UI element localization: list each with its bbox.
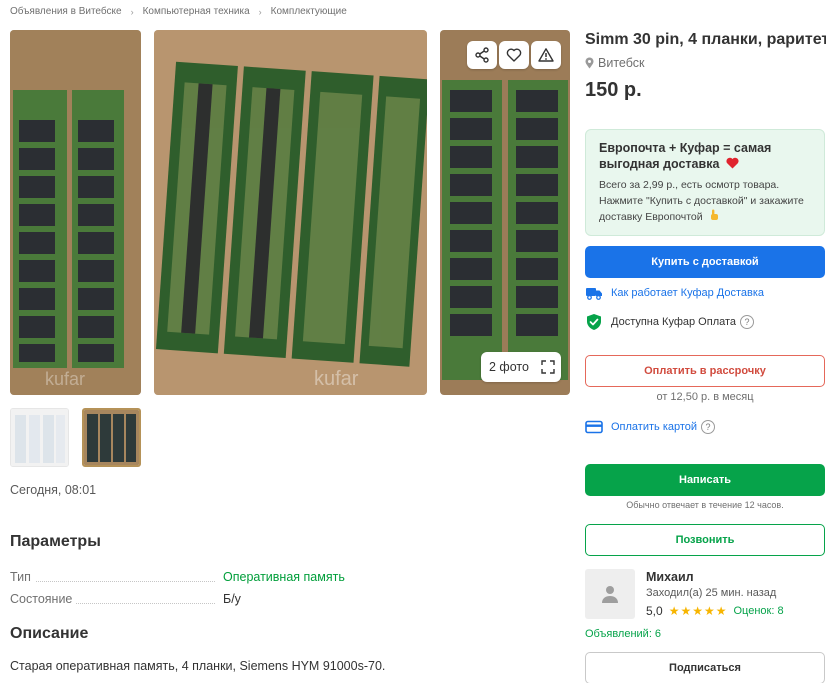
breadcrumb-item-computers[interactable]: Компьютерная техника bbox=[143, 6, 250, 17]
reviews-link[interactable]: Оценок: 8 bbox=[733, 605, 783, 617]
heart-emoji-icon bbox=[726, 157, 739, 169]
photo-main[interactable]: kufar bbox=[154, 30, 427, 395]
photo-left[interactable]: kufar bbox=[10, 30, 141, 395]
report-button[interactable] bbox=[531, 41, 561, 69]
help-icon[interactable]: ? bbox=[701, 420, 716, 434]
share-icon bbox=[475, 47, 489, 63]
ram-sticks-image-2 bbox=[440, 30, 570, 395]
warning-icon bbox=[538, 48, 554, 62]
star-icons: ★★★★★ bbox=[668, 604, 728, 618]
thumbnail-2[interactable] bbox=[82, 408, 141, 467]
promo-title: Европочта + Куфар = самая выгодная доста… bbox=[599, 140, 811, 172]
params-heading: Параметры bbox=[10, 533, 101, 550]
promo-text: Всего за 2,99 р., есть осмотр товара. На… bbox=[599, 177, 811, 225]
location-pin-icon bbox=[585, 57, 594, 69]
reply-time-note: Обычно отвечает в течение 12 часов. bbox=[626, 500, 784, 510]
param-row-type: Тип Оперативная память bbox=[10, 568, 380, 586]
credit-card-icon bbox=[585, 420, 603, 434]
param-label: Тип bbox=[10, 570, 35, 584]
location-name: Витебск bbox=[598, 56, 645, 70]
delivery-promo: Европочта + Куфар = самая выгодная доста… bbox=[585, 129, 825, 236]
chevron-right-icon: › bbox=[130, 6, 134, 17]
seller-last-seen: Заходил(а) 25 мин. назад bbox=[646, 587, 777, 599]
breadcrumb-item-ads[interactable]: Объявления в Витебске bbox=[10, 6, 122, 17]
chevron-right-icon: › bbox=[258, 6, 262, 17]
listing-title: Simm 30 pin, 4 планки, раритет bbox=[585, 31, 826, 48]
watermark-text: kufar bbox=[314, 368, 359, 390]
subscribe-button[interactable]: Подписаться bbox=[585, 652, 825, 683]
posted-date: Сегодня, 08:01 bbox=[10, 483, 97, 497]
rating-score: 5,0 bbox=[646, 604, 663, 618]
param-value-link[interactable]: Оперативная память bbox=[223, 570, 345, 584]
how-delivery-label: Как работает Куфар Доставка bbox=[611, 287, 765, 299]
heart-icon bbox=[506, 48, 522, 62]
photo-count-badge[interactable]: 2 фото bbox=[481, 352, 561, 382]
ram-sticks-main-image: kufar bbox=[154, 30, 427, 395]
shield-check-icon bbox=[587, 314, 601, 330]
pay-installment-button[interactable]: Оплатить в рассрочку bbox=[585, 355, 825, 387]
ram-sticks-image: kufar bbox=[10, 30, 141, 395]
description-heading: Описание bbox=[10, 625, 89, 642]
pay-card-link[interactable]: Оплатить картой ? bbox=[585, 420, 716, 434]
photo-right[interactable]: 2 фото bbox=[440, 30, 570, 395]
user-icon bbox=[602, 586, 618, 603]
thumbnail-image-1 bbox=[11, 409, 68, 466]
promo-title-text: Европочта + Куфар = самая выгодная доста… bbox=[599, 141, 772, 171]
pay-card-label: Оплатить картой bbox=[611, 421, 698, 433]
call-button[interactable]: Позвонить bbox=[585, 524, 825, 556]
seller-name[interactable]: Михаил bbox=[646, 570, 694, 584]
pointing-down-emoji-icon bbox=[710, 209, 718, 220]
photo-count-label: 2 фото bbox=[489, 360, 529, 374]
favorite-button[interactable] bbox=[499, 41, 529, 69]
param-value: Б/у bbox=[223, 592, 241, 606]
seller-ads-count[interactable]: Объявлений: 6 bbox=[585, 628, 661, 640]
expand-icon bbox=[541, 360, 555, 374]
promo-text-body: Всего за 2,99 р., есть осмотр товара. На… bbox=[599, 179, 804, 223]
thumbnail-1[interactable] bbox=[10, 408, 69, 467]
installment-note: от 12,50 р. в месяц bbox=[656, 391, 754, 403]
breadcrumb: Объявления в Витебске › Компьютерная тех… bbox=[10, 6, 347, 17]
description-text: Старая оперативная память, 4 планки, Sie… bbox=[10, 659, 386, 673]
avatar[interactable] bbox=[585, 569, 635, 619]
truck-icon bbox=[586, 288, 602, 300]
buy-with-delivery-button[interactable]: Купить с доставкой bbox=[585, 246, 825, 278]
watermark-text: kufar bbox=[45, 369, 85, 389]
seller-rating: 5,0 ★★★★★ Оценок: 8 bbox=[646, 604, 784, 618]
thumbnail-image-2 bbox=[84, 410, 139, 465]
kufar-pay-available: Доступна Куфар Оплата ? bbox=[585, 313, 755, 331]
location: Витебск bbox=[585, 56, 644, 70]
param-divider bbox=[10, 581, 215, 582]
price: 150 р. bbox=[585, 79, 642, 101]
breadcrumb-item-components[interactable]: Комплектующие bbox=[271, 6, 347, 17]
help-icon[interactable]: ? bbox=[740, 315, 755, 329]
param-label: Состояние bbox=[10, 592, 77, 606]
write-message-button[interactable]: Написать bbox=[585, 464, 825, 496]
how-delivery-link[interactable]: Как работает Куфар Доставка bbox=[585, 286, 764, 300]
param-row-condition: Состояние Б/у bbox=[10, 590, 380, 608]
kufar-pay-label: Доступна Куфар Оплата bbox=[611, 316, 737, 328]
share-button[interactable] bbox=[467, 41, 497, 69]
